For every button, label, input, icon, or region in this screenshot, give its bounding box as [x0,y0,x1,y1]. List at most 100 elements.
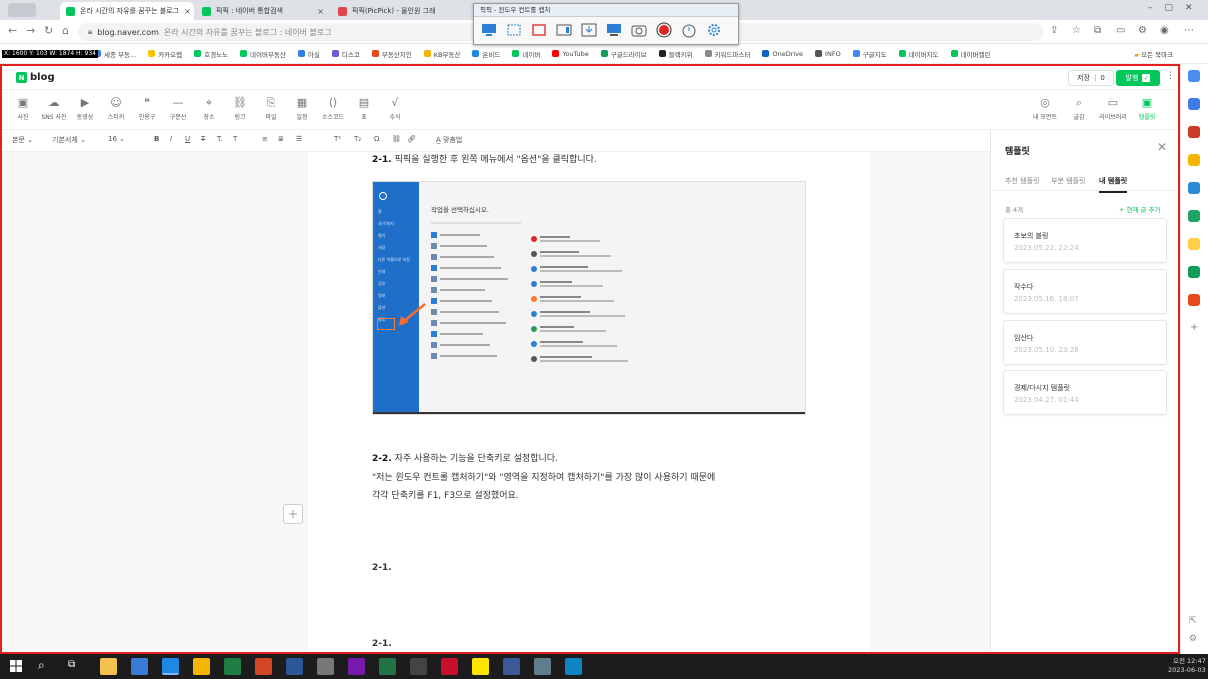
bookmark-item[interactable]: 네이버지도 [898,49,939,59]
more-icon[interactable]: ⋯ [1184,25,1194,36]
app-icon[interactable] [317,658,334,675]
special-char-icon[interactable]: Ω [374,135,379,143]
tool-file[interactable]: ⎘ 파일 [256,96,286,121]
tool-calendar[interactable]: ▦ 일정 [287,96,317,121]
add-current-post-button[interactable]: + 현재 글 추가 [1119,204,1161,214]
share-icon[interactable]: ⇪ [1050,25,1058,36]
paragraph[interactable]: 2-1. [372,563,392,573]
kakaotalk-icon[interactable] [472,658,489,675]
tool-quote[interactable]: ❝ 인용구 [132,96,162,121]
sidebar-app-icon[interactable] [1188,210,1200,222]
record-icon[interactable] [655,21,672,38]
timer-icon[interactable] [680,21,697,38]
font-color-icon[interactable]: T. [217,135,223,143]
sidebar-app-icon[interactable] [1188,154,1200,166]
monitor-icon[interactable] [605,21,622,38]
star-icon[interactable]: ☆ [1072,25,1081,36]
bookmark-item[interactable]: INFO [815,50,841,58]
home-icon[interactable]: ⌂ [62,24,69,37]
tab-recommended-templates[interactable]: 추천 템플릿 [1005,176,1039,191]
superscript-icon[interactable]: T² [334,135,341,143]
blog-logo[interactable]: N blog [16,72,55,83]
bookmark-item[interactable]: 블랙키위 [658,49,693,59]
bookmark-folder[interactable]: ▰ 모든 북마크 [1134,49,1173,59]
excel-icon[interactable] [224,658,241,675]
spellcheck-button[interactable]: A̲ 맞춤법 [436,135,462,145]
template-card[interactable]: 임산다 2023.05.10. 23:28 [1003,320,1167,365]
task-view-icon[interactable]: ⧉ [68,659,75,670]
sidebar-search-icon[interactable] [1188,70,1200,82]
close-icon[interactable]: × [184,7,191,16]
powerpoint-icon[interactable] [255,658,272,675]
tool-sns-photo[interactable]: ☁ SNS 사진 [39,96,69,121]
bookmark-item[interactable]: KB부동산 [423,49,460,59]
gear-icon[interactable]: ⚙ [1189,634,1197,644]
bookmark-item[interactable]: 구글드라이브 [600,49,647,59]
camera-icon[interactable] [630,21,647,38]
bookmark-item[interactable]: YouTube [552,50,589,58]
chrome-icon[interactable] [193,658,210,675]
tool-photo[interactable]: ▣ 사진 [8,96,38,121]
underline-icon[interactable]: U [185,135,190,143]
font-select[interactable]: 기본서체 ⌄ [52,135,86,145]
bookmark-item[interactable]: OneDrive [762,50,803,58]
bookmark-item[interactable]: 네이버 [512,49,540,59]
save-button[interactable]: 저장 | 0 [1068,70,1114,86]
tool-place[interactable]: ⌖ 장소 [194,96,224,121]
tool-code[interactable]: ⟨⟩ 소스코드 [318,96,348,121]
italic-icon[interactable]: I [170,135,172,143]
font-size-select[interactable]: 16 ⌄ [108,135,125,143]
tool-moment[interactable]: ◎ 내 모먼트 [1030,96,1060,121]
region-icon[interactable] [530,21,547,38]
tool-link[interactable]: ⛓ 링크 [225,96,255,121]
close-icon[interactable]: × [317,7,324,16]
app-icon[interactable] [379,658,396,675]
system-clock[interactable]: 오전 12:47 2023-06-03 [1168,657,1206,675]
app-icon[interactable] [503,658,520,675]
template-card[interactable]: 경제/다시지 템플릿 2023.04.27. 01:44 [1003,370,1167,415]
align-icon[interactable]: ≡ [262,135,268,143]
word-icon[interactable] [286,658,303,675]
forward-icon[interactable]: → [26,24,35,37]
bookmark-item[interactable]: 네이버부동산 [240,49,286,59]
publish-button[interactable]: 발행 ✓ [1116,70,1160,86]
bold-icon[interactable]: B [154,135,159,143]
app-icon[interactable] [534,658,551,675]
add-block-button[interactable]: + [283,504,303,524]
add-icon[interactable]: + [1190,322,1198,333]
paragraph[interactable]: "저는 윈도우 컨트롤 캡처하기"와 "영역을 지정하여 캡처하기"를 가장 많… [372,470,715,483]
sidebar-app-icon[interactable] [1188,238,1200,250]
external-link-icon[interactable]: ⇱ [1189,616,1197,626]
tool-table[interactable]: ▤ 표 [349,96,379,121]
scroll-capture-icon[interactable] [555,21,572,38]
file-explorer-icon[interactable] [100,658,117,675]
sidebar-app-icon[interactable] [1188,98,1200,110]
sidebar-app-icon[interactable] [1188,126,1200,138]
reload-icon[interactable]: ↻ [44,24,53,37]
subscript-icon[interactable]: T₂ [354,135,361,143]
chat-icon[interactable]: ▭ [1116,25,1125,36]
embedded-screenshot-image[interactable]: 홈새 이미지 열기 저장 다른 이름으로 저장 인쇄 공유 정보 옵션 종료 작업을 선택하십시… [372,181,806,415]
more-icon[interactable]: ⋮ [1166,71,1175,81]
profile-icon[interactable]: ◉ [1160,25,1169,36]
filezilla-icon[interactable] [441,658,458,675]
gear-icon[interactable]: ⚙ [1138,25,1147,36]
tool-material[interactable]: ⌕ 글감 [1064,96,1094,121]
link-icon[interactable]: 🔗︎ [407,135,416,143]
tool-formula[interactable]: √ 수식 [380,96,410,121]
strikethrough-icon[interactable]: T [201,135,205,143]
paragraph[interactable]: 각각 단축키를 F1, F3으로 설정했어요. [372,488,519,501]
bookmark-item[interactable]: 구글지도 [852,49,887,59]
sidebar-app-icon[interactable] [1188,266,1200,278]
bookmark-item[interactable]: 부동산지인 [371,49,412,59]
tool-template[interactable]: ▣ 템플릿 [1132,96,1162,121]
extensions-icon[interactable]: ⧉ [1094,25,1101,36]
telegram-icon[interactable] [565,658,582,675]
windows-start-icon[interactable] [10,660,22,672]
bookmark-item[interactable]: 카카오맵 [148,49,182,59]
download-icon[interactable] [580,21,597,38]
template-card[interactable]: 초보의 블링 2023.05.22. 22:24 [1003,218,1167,263]
tool-library[interactable]: ▭ 라이브러리 [1098,96,1128,121]
bookmark-item[interactable]: 온비드 [472,49,500,59]
close-icon[interactable]: ✕ [1157,140,1167,154]
